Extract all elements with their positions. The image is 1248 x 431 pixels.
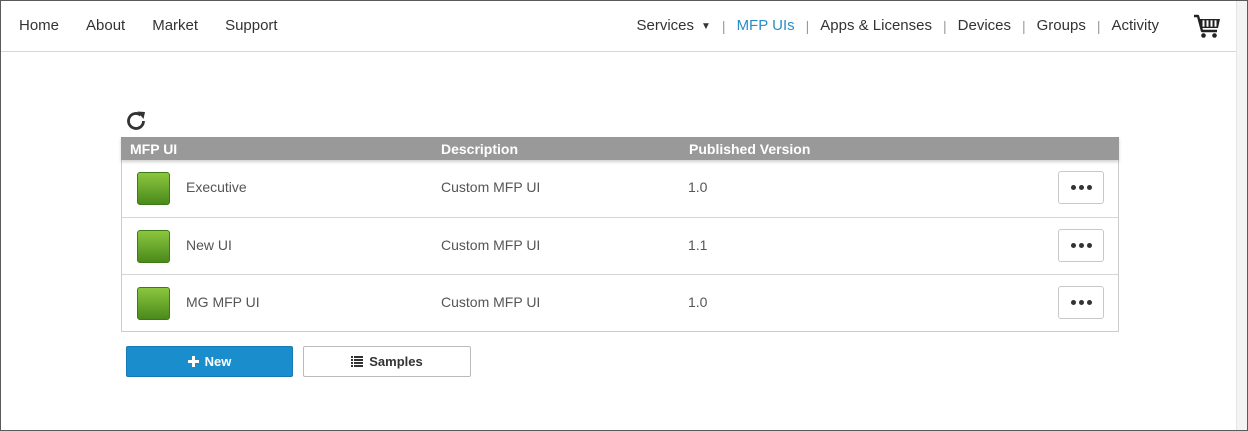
new-button-label: New [204,354,232,369]
nav-separator: | [1096,17,1101,34]
nav-separator: | [1022,17,1026,34]
more-options-button[interactable] [1058,286,1104,319]
row-name: Executive [186,179,247,195]
mfp-app-icon [137,230,170,263]
nav-services-label: Services [636,17,695,34]
vertical-scrollbar[interactable] [1236,1,1247,430]
table-body: Executive Custom MFP UI 1.0 New UI Custo… [121,160,1119,332]
list-icon [351,356,364,367]
dot-icon [1078,300,1084,305]
plus-icon [187,356,199,367]
samples-button-label: Samples [369,354,423,369]
table-header: MFP UI Description Published Version [121,137,1119,160]
row-description: Custom MFP UI [441,294,541,310]
dot-icon [1086,300,1092,305]
nav-apps-licenses[interactable]: Apps & Licenses [820,17,932,34]
header-description: Description [441,141,519,157]
nav-market[interactable]: Market [152,17,198,34]
dot-icon [1070,185,1076,190]
nav-separator: | [721,17,726,34]
row-description: Custom MFP UI [441,237,541,253]
dot-icon [1070,300,1076,305]
table-row[interactable]: Executive Custom MFP UI 1.0 [122,160,1118,217]
cart-icon[interactable] [1193,14,1221,40]
nav-about[interactable]: About [86,17,125,34]
secondary-nav: Services ▼ | MFP UIs | Apps & Licenses | … [636,17,1159,34]
nav-separator: | [943,17,947,34]
dot-icon [1078,243,1084,248]
primary-nav: Home About Market Support [19,17,305,34]
new-button[interactable]: New [126,346,293,377]
nav-mfp-uis[interactable]: MFP UIs [737,17,795,34]
mfp-app-icon [137,172,170,205]
nav-separator: | [805,17,810,34]
nav-support[interactable]: Support [225,17,278,34]
refresh-icon[interactable] [124,109,148,133]
nav-activity[interactable]: Activity [1111,17,1159,34]
table-row[interactable]: New UI Custom MFP UI 1.1 [122,217,1118,274]
header-published-version: Published Version [689,141,811,157]
top-navigation: Home About Market Support Services ▼ | MF… [1,1,1237,52]
nav-home[interactable]: Home [19,17,59,34]
mfp-ui-table: MFP UI Description Published Version Exe… [121,137,1119,332]
dot-icon [1070,243,1076,248]
row-version: 1.1 [688,237,708,253]
app-window: Home About Market Support Services ▼ | MF… [0,0,1248,431]
table-row[interactable]: MG MFP UI Custom MFP UI 1.0 [122,274,1118,331]
mfp-app-icon [137,287,170,320]
header-mfp-ui: MFP UI [130,141,178,157]
chevron-down-icon: ▼ [701,21,711,32]
row-version: 1.0 [688,179,708,195]
samples-button[interactable]: Samples [303,346,471,377]
more-options-button[interactable] [1058,171,1104,204]
dot-icon [1086,185,1092,190]
nav-devices[interactable]: Devices [958,17,1011,34]
row-version: 1.0 [688,294,708,310]
row-name: MG MFP UI [186,294,260,310]
dot-icon [1086,243,1092,248]
row-description: Custom MFP UI [441,179,541,195]
dot-icon [1078,185,1084,190]
more-options-button[interactable] [1058,229,1104,262]
nav-services-dropdown[interactable]: Services ▼ [636,17,710,34]
nav-groups[interactable]: Groups [1037,17,1086,34]
row-name: New UI [186,237,232,253]
